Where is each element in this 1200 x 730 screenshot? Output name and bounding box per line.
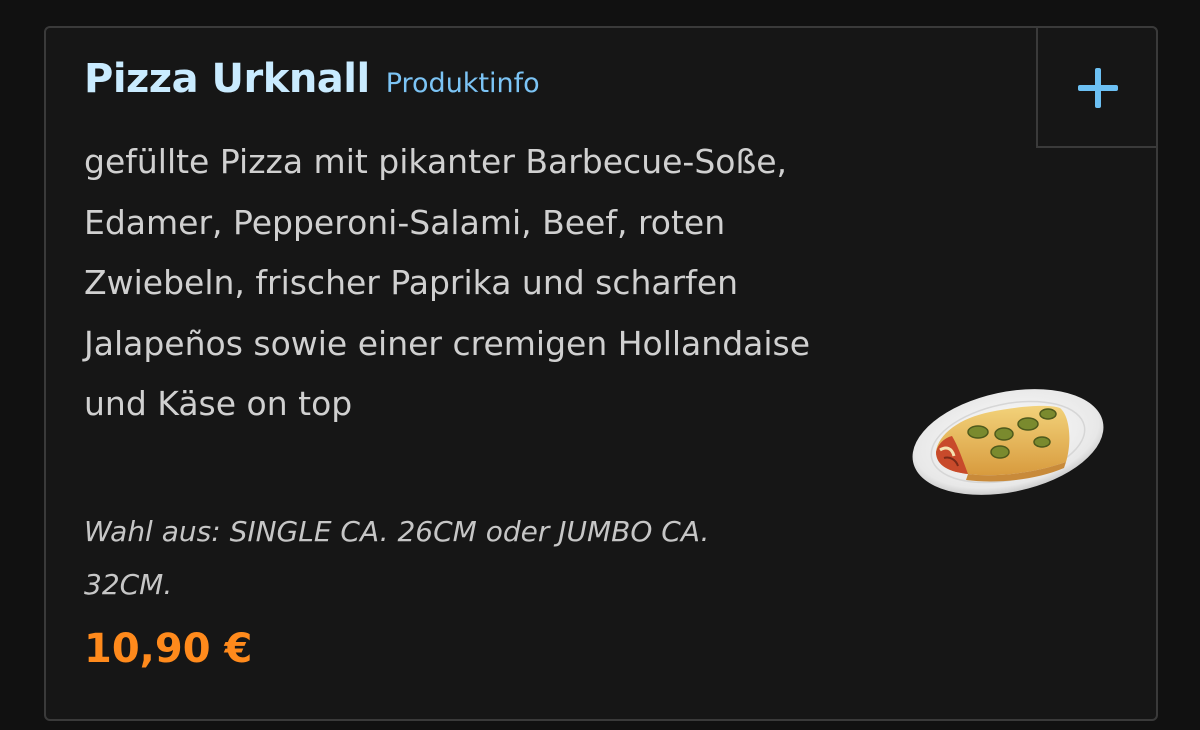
product-description: gefüllte Pizza mit pikanter Barbecue-Soß…: [84, 142, 811, 423]
product-name: Pizza Urknall: [84, 56, 370, 102]
product-info-link[interactable]: Produktinfo: [386, 68, 540, 99]
product-header: Pizza Urknall Produktinfo: [84, 56, 540, 102]
product-card: Pizza Urknall Produktinfo gefüllte Pizza…: [44, 26, 1158, 721]
pizza-image: [912, 389, 1104, 495]
plus-icon: [1078, 68, 1118, 108]
add-to-cart-button[interactable]: [1036, 26, 1158, 148]
product-price: 10,90 €: [84, 626, 253, 672]
variant-note: Wahl aus: SINGLE CA. 26CM oder JUMBO CA.…: [84, 515, 710, 601]
